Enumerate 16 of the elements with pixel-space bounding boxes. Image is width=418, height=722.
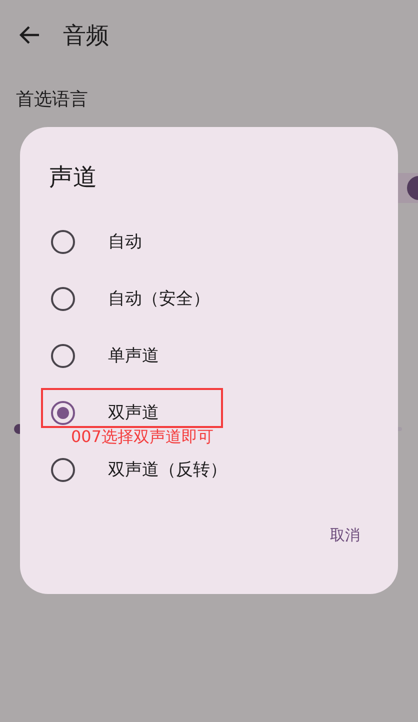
option-label[interactable]: 双声道 [108,401,159,424]
option-label[interactable]: 自动（安全） [108,287,210,310]
radio-button[interactable] [51,230,75,254]
radio-button[interactable] [51,400,75,424]
page-title: 音频 [63,22,109,50]
setting-label[interactable]: 首选语言 [16,87,88,111]
dialog-title: 声道 [49,162,98,193]
option-label[interactable]: 单声道 [108,344,159,367]
option-label[interactable]: 双声道（反转） [108,458,227,481]
radio-button[interactable] [51,286,75,310]
cancel-button[interactable]: 取消 [328,520,362,551]
radio-button[interactable] [51,344,75,368]
radio-button[interactable] [51,458,75,482]
annotation-text: 007选择双声道即可 [71,428,214,446]
option-label[interactable]: 自动 [108,230,142,253]
back-arrow-icon[interactable] [19,25,41,45]
